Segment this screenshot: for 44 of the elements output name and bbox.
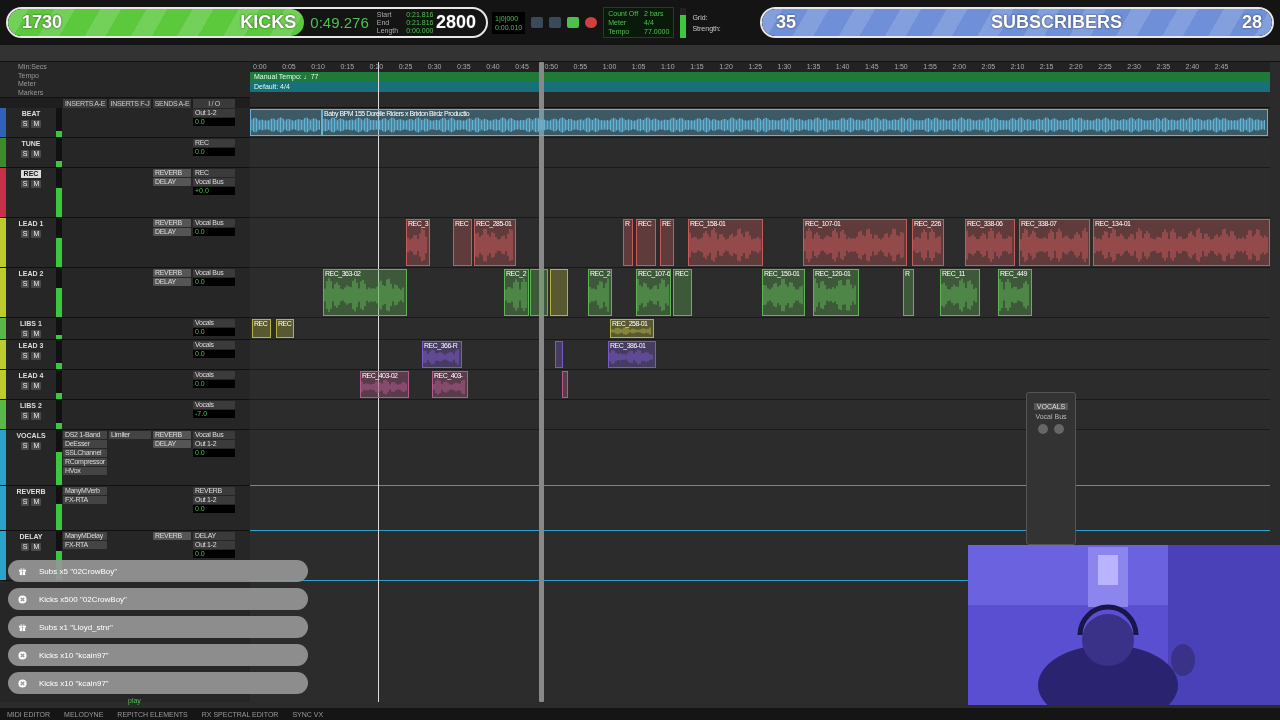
waveform-drawing xyxy=(361,378,408,396)
goal-count: 35 xyxy=(776,12,797,33)
audio-clip[interactable] xyxy=(530,269,548,316)
stop-button[interactable] xyxy=(549,17,562,28)
loop-button[interactable] xyxy=(531,17,544,28)
waveform-drawing xyxy=(609,348,655,366)
alert-text: Kicks x500 "02CrowBoy" xyxy=(39,594,127,604)
main-counter: 0:49.276 xyxy=(310,14,369,31)
goal-label: SUBSCRIBERS xyxy=(990,12,1122,33)
play-button[interactable] xyxy=(567,17,580,28)
kick-icon xyxy=(18,650,27,660)
alert-text: Kicks x10 "kcain97" xyxy=(39,650,109,660)
goal-target: 28 xyxy=(1241,12,1262,33)
goal-label: KICKS xyxy=(240,12,297,33)
audio-clip[interactable] xyxy=(550,269,568,316)
audio-clip[interactable] xyxy=(555,341,563,368)
waveform-drawing xyxy=(966,226,1014,264)
goal-target: 2800 xyxy=(435,12,476,33)
waveform-drawing xyxy=(637,276,670,314)
waveform-drawing xyxy=(1020,226,1089,264)
waveform-drawing xyxy=(999,276,1031,314)
kick-icon xyxy=(18,594,27,604)
record-button[interactable] xyxy=(585,17,598,28)
knob-icon xyxy=(1036,423,1066,435)
waveform-drawing xyxy=(423,348,461,366)
waveform-drawing xyxy=(611,326,653,336)
waveform-drawing xyxy=(407,226,429,264)
waveform-drawing xyxy=(589,276,611,314)
audio-clip[interactable] xyxy=(562,371,568,398)
output-meter xyxy=(680,7,687,38)
waveform-drawing xyxy=(814,276,858,314)
waveform-drawing xyxy=(433,378,467,396)
waveform-drawing xyxy=(941,276,979,314)
waveform-drawing xyxy=(913,226,943,264)
alert-text: Kicks x10 "kcain97" xyxy=(39,678,109,688)
audio-clip[interactable] xyxy=(250,109,322,136)
kick-icon xyxy=(18,678,27,688)
waveform-drawing xyxy=(763,276,804,314)
waveform-drawing xyxy=(475,226,515,264)
waveform-drawing xyxy=(251,116,321,134)
waveform-drawing xyxy=(505,276,528,314)
alert-text: Subs x5 "02CrowBoy" xyxy=(39,566,118,576)
goal-count: 1730 xyxy=(22,12,63,33)
alert-text: Subs x1 "Lloyd_stnr" xyxy=(39,622,113,632)
